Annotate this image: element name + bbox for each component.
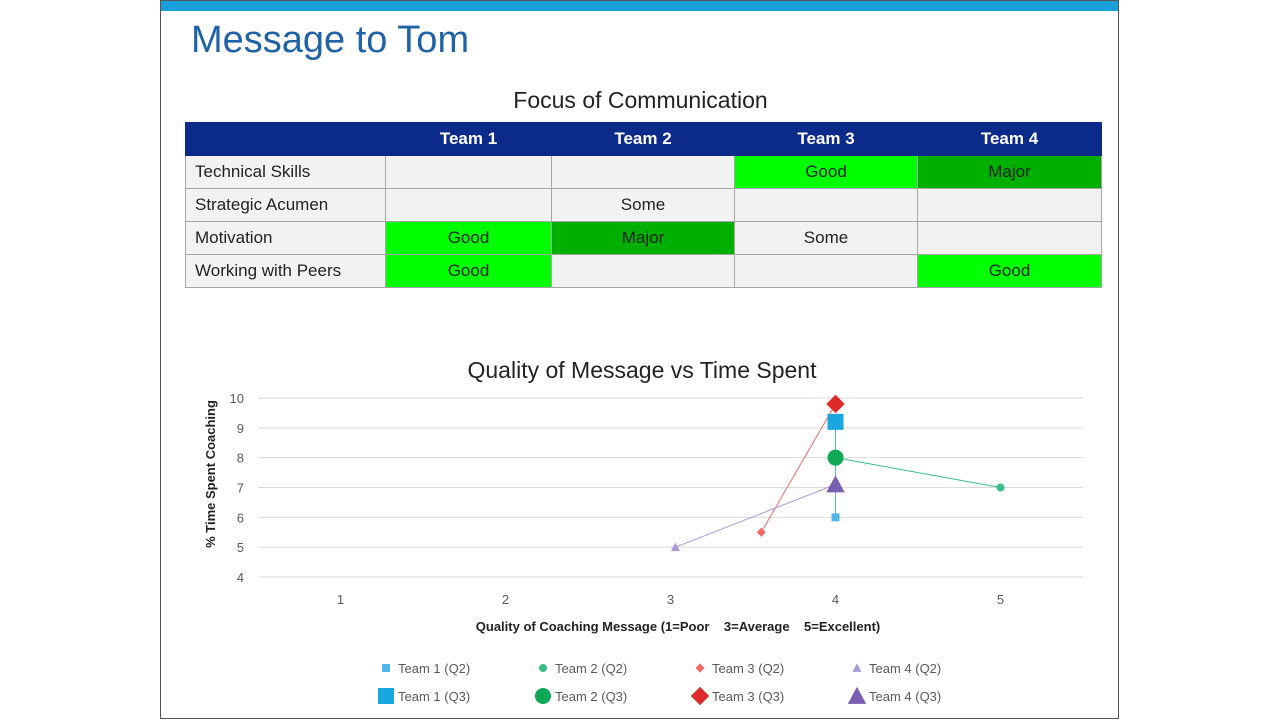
legend-label: Team 1 (Q3) <box>398 689 470 704</box>
legend-marker <box>382 664 390 672</box>
row-label: Working with Peers <box>185 254 386 288</box>
y-tick-label: 10 <box>230 391 244 406</box>
header-cell-team-3: Team 3 <box>734 122 918 156</box>
x-tick-label: 3 <box>667 592 674 607</box>
table-cell: Good <box>917 254 1102 288</box>
data-point <box>996 483 1005 492</box>
table-cell: Some <box>551 188 735 222</box>
y-tick-label: 7 <box>237 481 244 496</box>
header-cell-team-4: Team 4 <box>917 122 1102 156</box>
table-cell <box>385 188 552 222</box>
legend-label: Team 1 (Q2) <box>398 661 470 676</box>
legend-marker <box>852 663 862 672</box>
chart-legend: Team 1 (Q2) Team 2 (Q2) Team 3 (Q2) Team 4 … <box>378 661 941 706</box>
chart-ticks: 4 5 6 7 8 9 10 1 2 3 4 5 <box>230 391 1005 607</box>
chart-grid <box>258 397 1083 578</box>
series-connector <box>835 457 1001 488</box>
series-connector <box>760 403 836 533</box>
accent-bar <box>161 1 1118 11</box>
legend-marker <box>535 688 551 704</box>
y-tick-label: 4 <box>237 570 244 585</box>
legend-label: Team 3 (Q3) <box>712 689 784 704</box>
chart-points <box>670 394 1005 552</box>
series-connector <box>675 484 836 548</box>
table-title: Focus of Communication <box>513 87 768 113</box>
y-tick-label: 5 <box>237 540 244 555</box>
table-cell: Good <box>385 254 552 288</box>
legend-marker <box>539 664 547 672</box>
legend-label: Team 3 (Q2) <box>712 661 784 676</box>
table-row: Strategic Acumen Some <box>185 188 1102 222</box>
data-point <box>827 413 844 430</box>
legend-label: Team 4 (Q2) <box>869 661 941 676</box>
data-point <box>827 449 844 466</box>
table-cell: Some <box>734 221 918 255</box>
chart-title: Quality of Message vs Time Spent <box>468 357 818 383</box>
slide: Message to Tom Focus of Communication Te… <box>160 0 1119 719</box>
table-cell <box>917 221 1102 255</box>
table-row: Working with Peers Good Good <box>185 254 1102 288</box>
data-point <box>826 475 845 493</box>
y-tick-label: 8 <box>237 451 244 466</box>
y-tick-label: 6 <box>237 510 244 525</box>
legend-label: Team 4 (Q3) <box>869 689 941 704</box>
table-cell <box>551 155 735 189</box>
table-cell: Good <box>385 221 552 255</box>
data-point <box>831 513 840 522</box>
x-tick-label: 2 <box>502 592 509 607</box>
table-cell <box>917 188 1102 222</box>
row-label: Motivation <box>185 221 386 255</box>
table-cell: Major <box>917 155 1102 189</box>
table-cell <box>734 188 918 222</box>
legend-label: Team 2 (Q2) <box>555 661 627 676</box>
legend-marker <box>378 688 394 704</box>
legend-label: Team 2 (Q3) <box>555 689 627 704</box>
legend-marker <box>690 686 710 706</box>
table-cell <box>551 254 735 288</box>
table-cell: Major <box>551 221 735 255</box>
page-title: Message to Tom <box>191 19 470 61</box>
table-cell <box>385 155 552 189</box>
header-cell-team-2: Team 2 <box>551 122 735 156</box>
legend-marker <box>847 686 867 704</box>
table-row: Technical Skills Good Major <box>185 155 1102 189</box>
y-axis-label: % Time Spent Coaching <box>203 400 218 548</box>
table-cell: Good <box>734 155 918 189</box>
data-point <box>756 527 766 537</box>
y-tick-label: 9 <box>237 421 244 436</box>
table-header-row: Team 1 Team 2 Team 3 Team 4 <box>185 122 1102 156</box>
legend-marker <box>695 663 705 673</box>
scatter-chart: Quality of Message vs Time Spent 4 5 6 7 8 9 1… <box>203 357 1083 706</box>
x-tick-label: 1 <box>337 592 344 607</box>
row-label: Technical Skills <box>185 155 386 189</box>
row-label: Strategic Acumen <box>185 188 386 222</box>
header-cell-team-1: Team 1 <box>385 122 552 156</box>
table-cell <box>734 254 918 288</box>
x-tick-label: 4 <box>832 592 839 607</box>
table-row: Motivation Good Major Some <box>185 221 1102 255</box>
x-axis-label: Quality of Coaching Message (1=Poor 3=Av… <box>476 619 880 634</box>
x-tick-label: 5 <box>997 592 1004 607</box>
focus-table: Team 1 Team 2 Team 3 Team 4 Technical Sk… <box>185 122 1102 288</box>
header-cell-corner <box>185 122 386 156</box>
